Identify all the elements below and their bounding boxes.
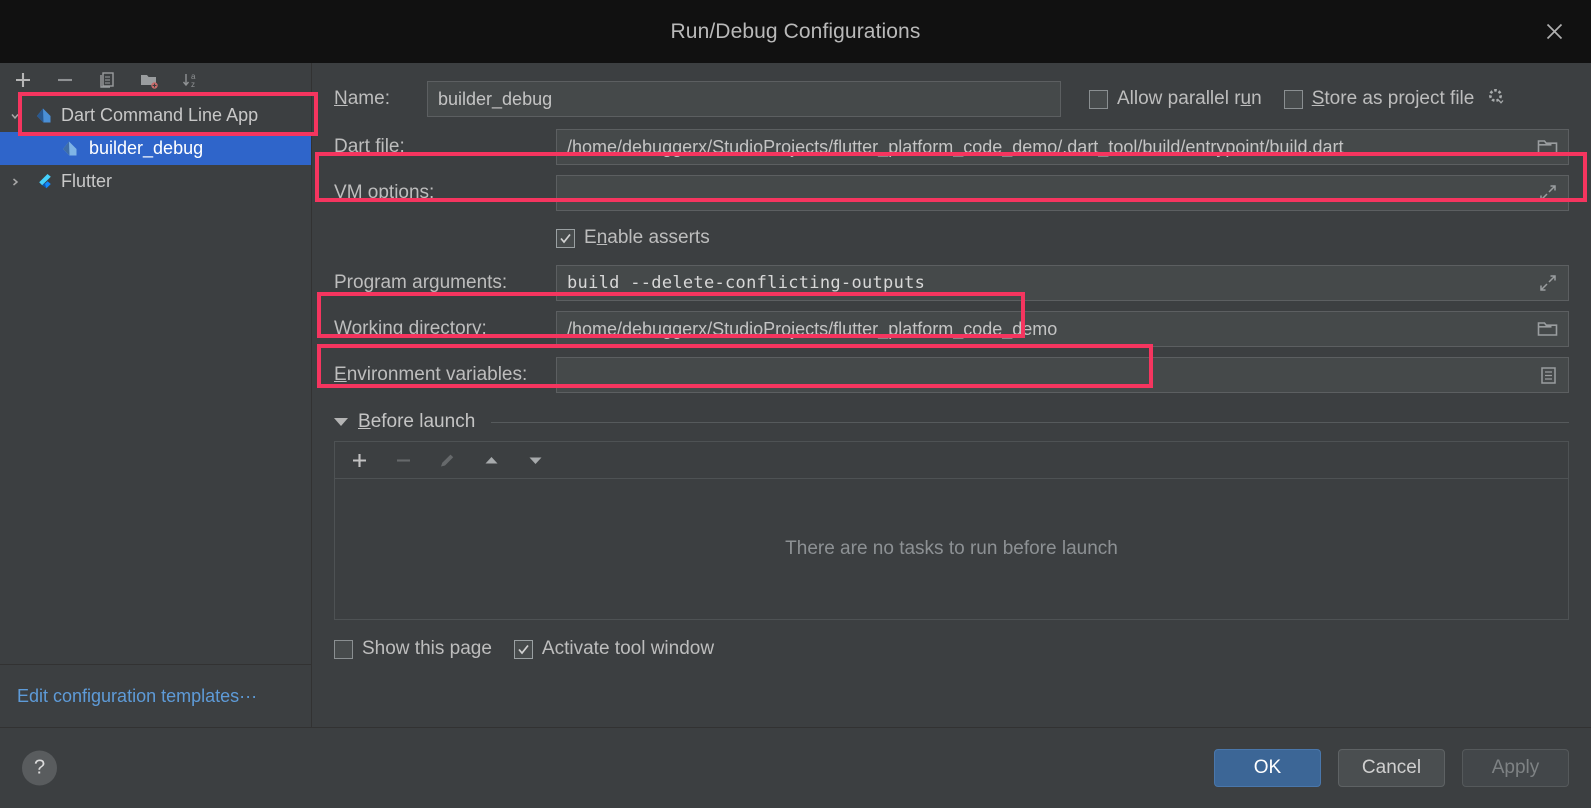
allow-parallel-run-checkbox[interactable]: Allow parallel run xyxy=(1089,88,1262,110)
configuration-form: Name: builder_debug Allow parallel run S… xyxy=(312,63,1591,727)
dart-icon xyxy=(30,106,56,125)
dialog-footer: ? OK Cancel Apply xyxy=(0,727,1591,808)
section-divider xyxy=(491,421,1569,423)
ok-label: OK xyxy=(1253,757,1282,778)
cancel-label: Cancel xyxy=(1361,757,1422,778)
configurations-sidebar: a z Dart Command Line App builder_debug … xyxy=(0,63,312,727)
copy-configuration-button[interactable] xyxy=(94,68,120,92)
svg-text:z: z xyxy=(191,80,195,89)
help-label: ? xyxy=(33,756,46,779)
cancel-button[interactable]: Cancel xyxy=(1338,749,1445,787)
folder-icon[interactable] xyxy=(1537,138,1558,156)
remove-task-button xyxy=(391,448,415,472)
dialog-body: a z Dart Command Line App builder_debug … xyxy=(0,63,1591,727)
name-input[interactable]: builder_debug xyxy=(427,81,1061,117)
store-as-project-file-label: Store as project file xyxy=(1311,88,1475,109)
checkbox-box xyxy=(1089,89,1108,109)
folder-icon[interactable] xyxy=(1537,320,1558,338)
expand-icon[interactable] xyxy=(1538,183,1558,203)
add-task-button[interactable] xyxy=(347,448,371,472)
enable-asserts-checkbox[interactable]: Enable asserts xyxy=(556,227,710,249)
program-arguments-row: Program arguments: build --delete-confli… xyxy=(334,265,1569,301)
checkbox-box xyxy=(513,639,533,659)
dart-file-row: Dart file: /home/debuggerx/StudioProject… xyxy=(334,129,1569,165)
enable-asserts-row: Enable asserts xyxy=(556,221,1569,255)
close-icon[interactable] xyxy=(1537,15,1571,49)
dart-file-label: Dart file: xyxy=(334,136,405,157)
store-as-project-file-checkbox[interactable]: Store as project file xyxy=(1283,87,1507,112)
help-button[interactable]: ? xyxy=(22,750,57,786)
activate-tool-window-label: Activate tool window xyxy=(541,638,715,659)
title-bar: Run/Debug Configurations xyxy=(0,0,1591,63)
tree-item-label: builder_debug xyxy=(89,138,204,158)
arrow-down-icon[interactable] xyxy=(523,448,547,472)
program-arguments-label: Program arguments: xyxy=(334,272,508,293)
run-debug-configurations-dialog: Run/Debug Configurations a z Dart Comman… xyxy=(0,0,1591,808)
chevron-right-icon[interactable] xyxy=(0,176,30,188)
bottom-options: Show this page Activate tool window xyxy=(334,638,1569,660)
environment-variables-row: Environment variables: xyxy=(334,357,1569,393)
pencil-icon xyxy=(435,448,459,472)
environment-variables-input[interactable] xyxy=(556,357,1569,393)
working-directory-input[interactable]: /home/debuggerx/StudioProjects/flutter_p… xyxy=(556,311,1569,347)
edit-configuration-templates-label: Edit configuration templates··· xyxy=(17,685,258,706)
checkbox-box xyxy=(556,228,575,248)
chevron-down-icon[interactable] xyxy=(0,110,30,122)
checkbox-box xyxy=(1283,89,1303,109)
vm-options-input[interactable] xyxy=(556,175,1569,211)
program-arguments-value: build --delete-conflicting-outputs xyxy=(567,273,926,293)
allow-parallel-run-label: Allow parallel run xyxy=(1117,88,1262,109)
configuration-form-panel: Name: builder_debug Allow parallel run S… xyxy=(312,63,1591,727)
dialog-buttons: OK Cancel Apply xyxy=(1214,749,1569,787)
dart-file-value: /home/debuggerx/StudioProjects/flutter_p… xyxy=(567,136,1344,157)
apply-label: Apply xyxy=(1491,757,1540,778)
dart-file-input[interactable]: /home/debuggerx/StudioProjects/flutter_p… xyxy=(556,129,1569,165)
working-directory-label: Working directory: xyxy=(334,318,487,339)
before-launch-header: Before launch xyxy=(334,411,1569,433)
remove-configuration-button[interactable] xyxy=(52,68,78,92)
configurations-tree: Dart Command Line App builder_debug Flut… xyxy=(0,97,311,727)
list-icon[interactable] xyxy=(1539,366,1558,385)
tree-item-dart-command-line-app[interactable]: Dart Command Line App xyxy=(0,99,311,132)
before-launch-empty-message: There are no tasks to run before launch xyxy=(785,538,1118,559)
top-checkbox-group: Allow parallel run Store as project file xyxy=(1089,87,1506,112)
checkbox-box xyxy=(334,639,353,659)
dialog-title: Run/Debug Configurations xyxy=(670,19,921,43)
environment-variables-label: Environment variables: xyxy=(334,364,528,385)
name-input-value: builder_debug xyxy=(438,88,553,109)
arrow-up-icon[interactable] xyxy=(479,448,503,472)
enable-asserts-label: Enable asserts xyxy=(584,227,710,248)
tree-item-label: Flutter xyxy=(61,171,113,191)
show-this-page-label: Show this page xyxy=(362,638,492,659)
before-launch-panel: There are no tasks to run before launch xyxy=(334,441,1569,620)
tree-item-label: Dart Command Line App xyxy=(61,105,259,125)
before-launch-toolbar xyxy=(335,442,1568,479)
tree-item-flutter[interactable]: Flutter xyxy=(0,165,311,198)
apply-button: Apply xyxy=(1462,749,1569,787)
dart-icon xyxy=(56,139,82,158)
sort-alphabetically-icon[interactable]: a z xyxy=(178,68,204,92)
sidebar-toolbar: a z xyxy=(0,63,311,97)
edit-configuration-templates-link[interactable]: Edit configuration templates··· xyxy=(0,664,311,727)
new-folder-icon[interactable] xyxy=(136,68,162,92)
ok-button[interactable]: OK xyxy=(1214,749,1321,787)
vm-options-label: VM options: xyxy=(334,182,435,203)
expand-icon[interactable] xyxy=(1538,273,1558,293)
chevron-down-icon[interactable] xyxy=(334,418,348,426)
add-configuration-button[interactable] xyxy=(10,68,36,92)
before-launch-title[interactable]: Before launch xyxy=(358,411,475,433)
activate-tool-window-checkbox[interactable]: Activate tool window xyxy=(513,638,715,660)
program-arguments-input[interactable]: build --delete-conflicting-outputs xyxy=(556,265,1569,301)
show-this-page-checkbox[interactable]: Show this page xyxy=(334,638,492,660)
gear-dropdown-icon[interactable] xyxy=(1487,87,1506,112)
working-directory-value: /home/debuggerx/StudioProjects/flutter_p… xyxy=(567,318,1058,339)
working-directory-row: Working directory: /home/debuggerx/Studi… xyxy=(334,311,1569,347)
name-label: Name: xyxy=(334,88,390,109)
vm-options-row: VM options: xyxy=(334,175,1569,211)
flutter-icon xyxy=(30,172,56,191)
tree-item-builder-debug[interactable]: builder_debug xyxy=(0,132,311,165)
name-row: Name: builder_debug Allow parallel run S… xyxy=(334,81,1569,117)
